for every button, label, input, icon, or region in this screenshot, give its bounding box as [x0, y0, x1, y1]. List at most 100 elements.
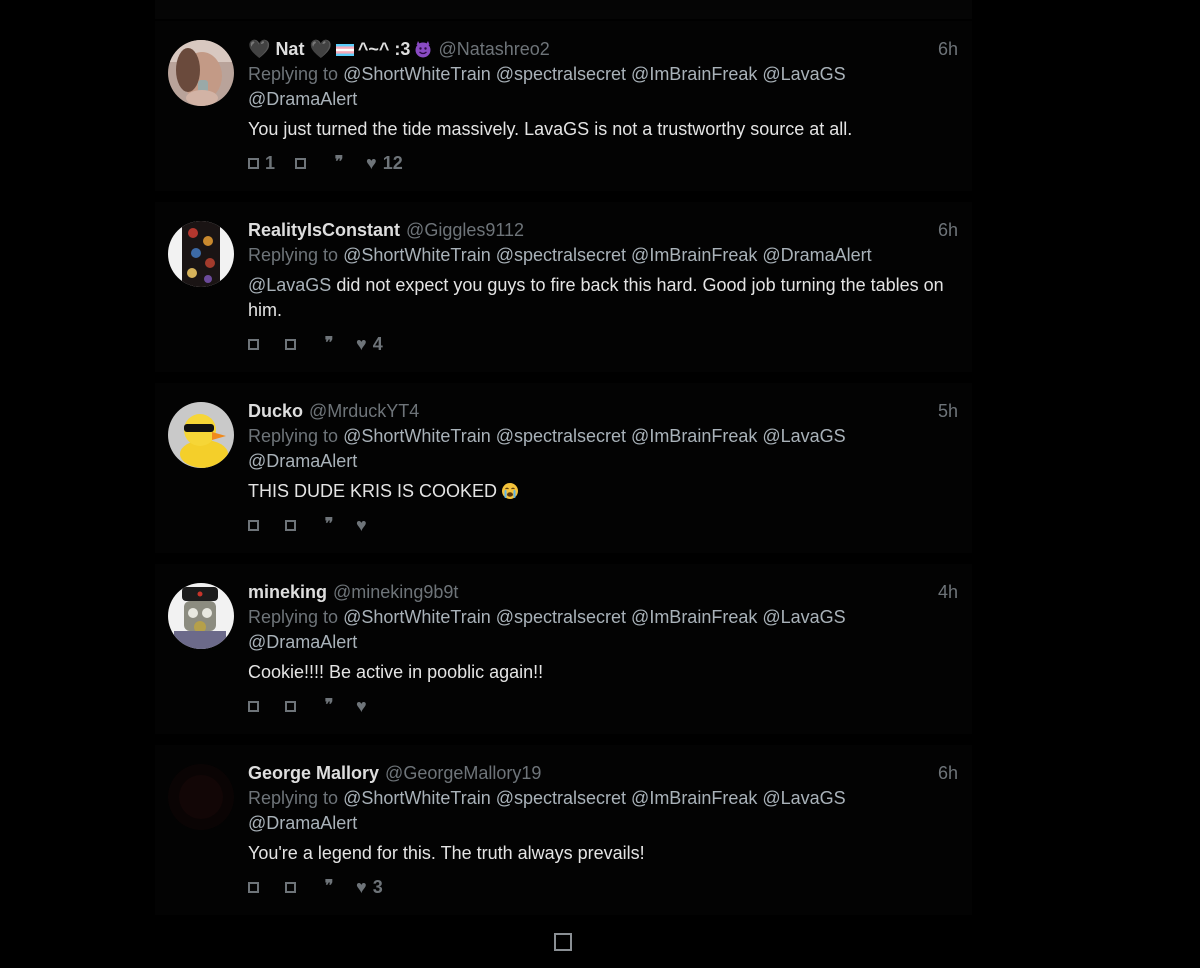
retweet-button[interactable] — [285, 338, 302, 350]
avatar[interactable] — [168, 402, 234, 468]
heart-icon: ♥ — [356, 696, 367, 716]
mention-list[interactable]: @DramaAlert — [248, 632, 357, 652]
reply-content: Ducko @MrduckYT4 Replying to @ShortWhiteT… — [248, 398, 948, 537]
reply-text: THIS DUDE KRIS IS COOKED — [248, 479, 948, 504]
timestamp[interactable]: 6h — [938, 217, 958, 243]
reply-text: You just turned the tide massively. Lava… — [248, 119, 853, 139]
reply-header: Ducko @MrduckYT4 — [248, 398, 948, 424]
retweet-button[interactable] — [285, 881, 302, 893]
reply-content: RealityIsConstant @Giggles9112 Replying t… — [248, 217, 948, 356]
timestamp[interactable]: 6h — [938, 36, 958, 62]
avatar[interactable] — [168, 583, 234, 649]
heart-icon: ♥ — [356, 334, 367, 354]
display-name[interactable]: George Mallory — [248, 763, 379, 783]
retweet-button[interactable] — [285, 519, 302, 531]
smiling-devil-icon — [415, 41, 431, 58]
reply-icon — [248, 157, 259, 169]
replying-to: Replying to @ShortWhiteTrain @spectralse… — [248, 62, 948, 112]
reply-text-body: THIS DUDE KRIS IS COOKED — [248, 481, 498, 501]
reply-content: 🖤 Nat 🖤 ^~^ :3 @Natashreo2 Replying to @Sh… — [248, 36, 948, 175]
quote-icon: ❞ — [324, 335, 334, 352]
like-count: 4 — [372, 333, 383, 354]
avatar[interactable] — [168, 40, 234, 106]
user-handle[interactable]: @GeorgeMallory19 — [385, 763, 541, 783]
display-name[interactable]: 🖤 Nat 🖤 ^~^ :3 — [248, 39, 432, 59]
replying-to-label: Replying to — [248, 245, 339, 265]
reply-card[interactable]: mineking @mineking9b9t Replying to @Short… — [155, 564, 972, 734]
text-mention[interactable]: @LavaGS — [248, 275, 331, 295]
reply-card[interactable]: George Mallory @GeorgeMallory19 Replying … — [155, 745, 972, 915]
reply-card[interactable]: Ducko @MrduckYT4 Replying to @ShortWhiteT… — [155, 383, 972, 553]
heart-icon: ♥ — [356, 515, 367, 535]
retweet-icon — [285, 338, 296, 350]
user-handle[interactable]: @MrduckYT4 — [309, 401, 419, 421]
reply-icon — [248, 338, 259, 350]
user-handle[interactable]: @mineking9b9t — [333, 582, 458, 602]
reply-card[interactable]: 🖤 Nat 🖤 ^~^ :3 @Natashreo2 Replying to @Sh… — [155, 21, 972, 191]
mention-list[interactable]: @ShortWhiteTrain @spectralsecret @ImBrai… — [343, 64, 846, 84]
like-button[interactable]: ♥ 4 — [356, 334, 383, 355]
retweet-button[interactable] — [285, 700, 302, 712]
heart-icon: ♥ — [356, 877, 367, 897]
reply-button[interactable] — [248, 881, 265, 893]
like-button[interactable]: ♥ — [356, 697, 373, 715]
reply-icon — [248, 881, 259, 893]
black-heart-icon: 🖤 — [248, 39, 271, 59]
reply-actions: ❞ ♥ — [248, 694, 948, 718]
like-button[interactable]: ♥ 3 — [356, 877, 383, 898]
reply-header: 🖤 Nat 🖤 ^~^ :3 @Natashreo2 — [248, 36, 948, 62]
like-button[interactable]: ♥ — [356, 516, 373, 534]
user-handle[interactable]: @Natashreo2 — [438, 39, 549, 59]
reply-content: mineking @mineking9b9t Replying to @Short… — [248, 579, 948, 718]
avatar[interactable] — [168, 221, 234, 287]
mention-list[interactable]: @ShortWhiteTrain @spectralsecret @ImBrai… — [343, 426, 846, 446]
avatar[interactable] — [168, 764, 234, 830]
like-count: 3 — [372, 876, 383, 897]
user-handle[interactable]: @Giggles9112 — [406, 220, 524, 240]
reply-actions: ❞ ♥ 4 — [248, 332, 948, 356]
reply-header: RealityIsConstant @Giggles9112 — [248, 217, 948, 243]
mention-list[interactable]: @DramaAlert — [248, 451, 357, 471]
quote-button[interactable]: ❞ — [322, 879, 336, 895]
reply-card[interactable]: RealityIsConstant @Giggles9112 Replying t… — [155, 202, 972, 372]
reply-button[interactable] — [248, 700, 265, 712]
quote-icon: ❞ — [324, 878, 334, 895]
display-name[interactable]: RealityIsConstant — [248, 220, 400, 240]
quote-button[interactable]: ❞ — [322, 336, 336, 352]
quote-button[interactable]: ❞ — [322, 698, 336, 714]
reply-button[interactable]: 1 — [248, 153, 275, 174]
display-name[interactable]: Ducko — [248, 401, 303, 421]
replying-to: Replying to @ShortWhiteTrain @spectralse… — [248, 243, 948, 268]
replying-to-label: Replying to — [248, 426, 339, 446]
quote-icon: ❞ — [334, 154, 344, 171]
trans-flag-icon — [335, 44, 354, 57]
reply-count: 1 — [265, 152, 276, 173]
mention-list[interactable]: @DramaAlert — [248, 813, 357, 833]
load-more-icon[interactable] — [554, 933, 572, 951]
reply-icon — [248, 700, 259, 712]
timestamp[interactable]: 5h — [938, 398, 958, 424]
reply-button[interactable] — [248, 519, 265, 531]
mention-list[interactable]: @DramaAlert — [248, 89, 357, 109]
reply-header: George Mallory @GeorgeMallory19 — [248, 760, 948, 786]
reply-header: mineking @mineking9b9t — [248, 579, 948, 605]
reply-text: You're a legend for this. The truth alwa… — [248, 843, 645, 863]
mention-list[interactable]: @ShortWhiteTrain @spectralsecret @ImBrai… — [343, 788, 846, 808]
reply-actions: ❞ ♥ 3 — [248, 875, 948, 899]
replies-list: 🖤 Nat 🖤 ^~^ :3 @Natashreo2 Replying to @Sh… — [155, 21, 972, 926]
reply-button[interactable] — [248, 338, 265, 350]
retweet-button[interactable] — [295, 157, 312, 169]
reply-text: @LavaGS did not expect you guys to fire … — [248, 273, 948, 323]
like-button[interactable]: ♥ 12 — [366, 153, 403, 174]
timestamp[interactable]: 4h — [938, 579, 958, 605]
retweet-icon — [285, 881, 296, 893]
reply-text-body: did not expect you guys to fire back thi… — [248, 275, 944, 320]
like-count: 12 — [382, 152, 403, 173]
reply-actions: ❞ ♥ — [248, 513, 948, 537]
timestamp[interactable]: 6h — [938, 760, 958, 786]
mention-list[interactable]: @ShortWhiteTrain @spectralsecret @ImBrai… — [343, 245, 872, 265]
mention-list[interactable]: @ShortWhiteTrain @spectralsecret @ImBrai… — [343, 607, 846, 627]
display-name[interactable]: mineking — [248, 582, 327, 602]
quote-button[interactable]: ❞ — [322, 517, 336, 533]
quote-button[interactable]: ❞ — [332, 155, 346, 171]
